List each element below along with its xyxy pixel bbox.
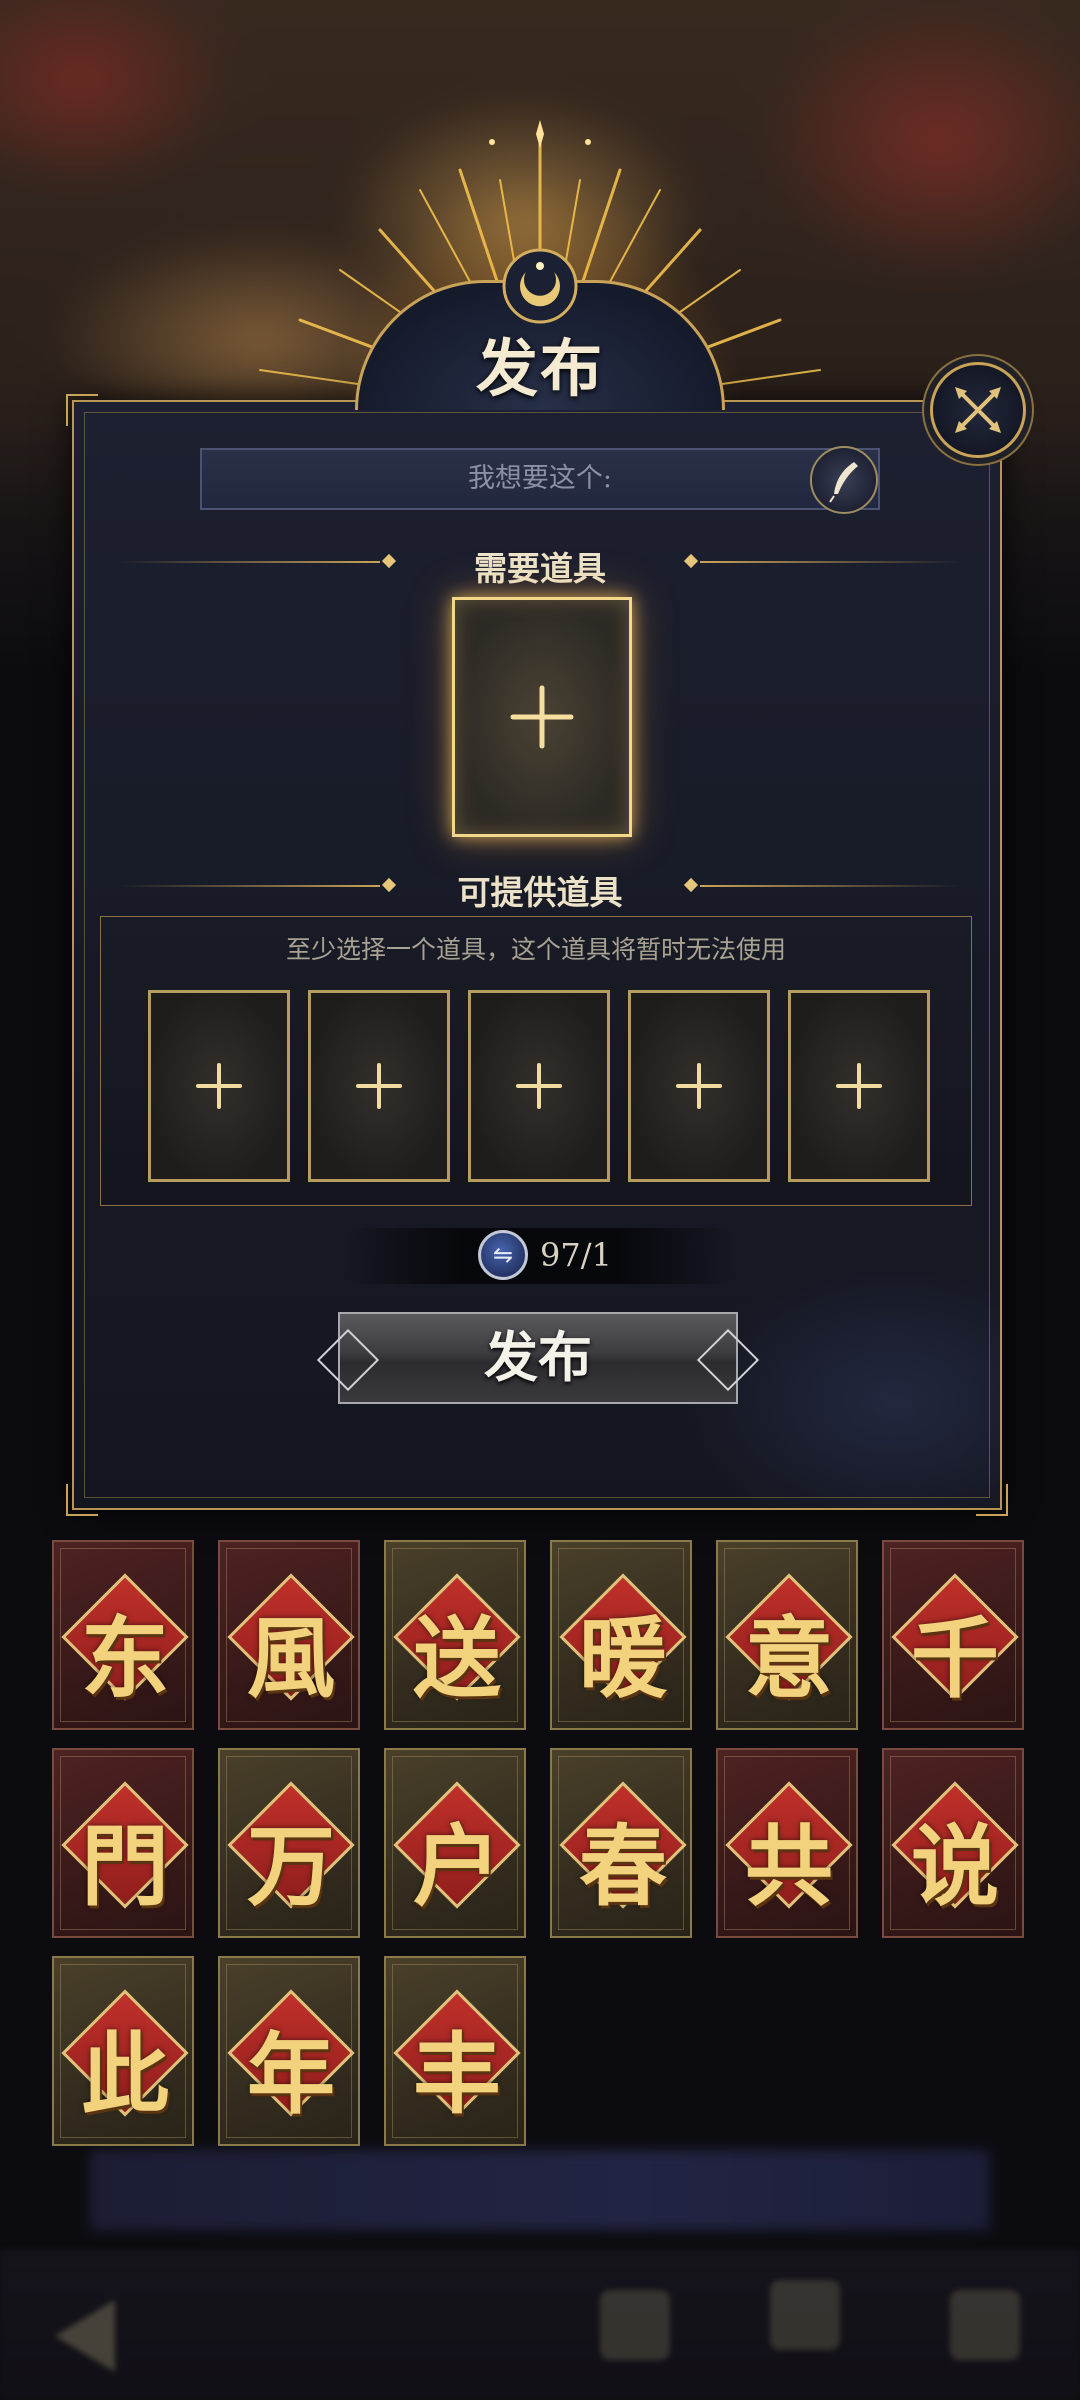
card-character: 送	[412, 1606, 501, 1710]
divider-line	[120, 561, 380, 563]
character-card[interactable]: 風	[218, 1540, 360, 1730]
publish-button-label: 发布	[484, 1325, 592, 1389]
card-character: 说	[910, 1814, 999, 1918]
character-card[interactable]: 丰	[384, 1956, 526, 2146]
plus-icon	[834, 1061, 884, 1111]
character-card[interactable]: 此	[52, 1956, 194, 2146]
blurred-action-bar	[90, 2150, 990, 2230]
offer-section-header: 可提供道具	[110, 866, 970, 912]
card-character: 年	[246, 2022, 335, 2126]
card-character: 共	[744, 1814, 833, 1918]
corner-ornament	[66, 394, 98, 426]
character-card[interactable]: 暖	[550, 1540, 692, 1730]
nav-icon-blurred-1	[600, 2290, 670, 2360]
card-character: 千	[910, 1606, 999, 1710]
card-character: 春	[578, 1814, 667, 1918]
character-card[interactable]: 东	[52, 1540, 194, 1730]
required-item-slot[interactable]	[452, 597, 632, 837]
offer-hint-text: 至少选择一个道具，这个道具将暂时无法使用	[285, 935, 786, 964]
wish-input[interactable]: 我想要这个:	[200, 448, 880, 510]
card-character: 东	[80, 1606, 169, 1710]
close-cross-icon	[955, 387, 1001, 433]
card-character: 意	[744, 1606, 833, 1710]
card-character: 門	[80, 1814, 169, 1918]
plus-icon	[194, 1061, 244, 1111]
back-arrow-icon	[55, 2300, 115, 2372]
character-card[interactable]: 千	[882, 1540, 1024, 1730]
divider-line	[700, 561, 960, 563]
nav-icon-blurred-3	[950, 2290, 1020, 2360]
character-card[interactable]: 说	[882, 1748, 1024, 1938]
character-card[interactable]: 春	[550, 1748, 692, 1938]
offer-item-slot[interactable]	[628, 990, 770, 1182]
character-card[interactable]: 万	[218, 1748, 360, 1938]
card-character: 此	[80, 2022, 169, 2126]
swap-coin-icon: ⇋	[478, 1230, 528, 1280]
card-character: 户	[412, 1814, 501, 1918]
character-card[interactable]: 共	[716, 1748, 858, 1938]
character-card[interactable]: 户	[384, 1748, 526, 1938]
character-card[interactable]: 門	[52, 1748, 194, 1938]
card-character: 丰	[412, 2022, 501, 2126]
corner-ornament	[66, 1484, 98, 1516]
plus-icon	[354, 1061, 404, 1111]
currency-value: 97/1	[540, 1236, 612, 1274]
offer-item-slot[interactable]	[148, 990, 290, 1182]
corner-ornament	[976, 1484, 1008, 1516]
offer-item-slot[interactable]	[468, 990, 610, 1182]
dialog-title: 发布	[475, 332, 604, 405]
character-card[interactable]: 意	[716, 1540, 858, 1730]
card-character: 万	[246, 1814, 335, 1918]
nav-icon-blurred-2	[770, 2280, 840, 2350]
plus-icon	[507, 682, 577, 752]
blurred-bottom-nav	[0, 2250, 1080, 2400]
character-card[interactable]: 年	[218, 1956, 360, 2146]
divider-line	[120, 885, 380, 887]
quill-pen-icon[interactable]	[810, 446, 878, 514]
publish-button[interactable]: 发布	[316, 1312, 760, 1404]
character-card[interactable]: 送	[384, 1540, 526, 1730]
required-section-header: 需要道具	[110, 542, 970, 588]
card-character: 暖	[578, 1606, 667, 1710]
offer-item-slot[interactable]	[308, 990, 450, 1182]
offer-item-slot[interactable]	[788, 990, 930, 1182]
required-section-label: 需要道具	[474, 549, 606, 588]
close-button[interactable]	[930, 362, 1026, 458]
divider-line	[700, 885, 960, 887]
card-character: 風	[246, 1606, 335, 1710]
offer-section-label: 可提供道具	[457, 873, 623, 912]
plus-icon	[514, 1061, 564, 1111]
plus-icon	[674, 1061, 724, 1111]
